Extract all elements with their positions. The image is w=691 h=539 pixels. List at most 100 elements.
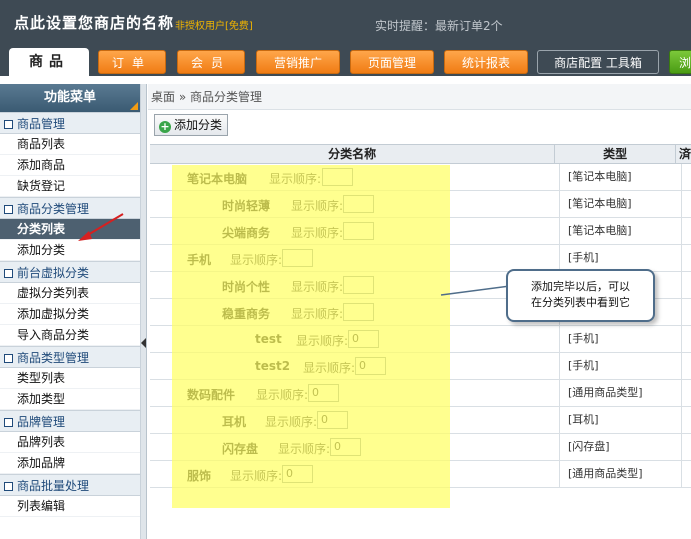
store-name[interactable]: 点此设置您商店的名称 <box>14 12 174 33</box>
tab-marketing[interactable]: 营销推广 <box>256 50 340 74</box>
sidebar-item-goods-list[interactable]: 商品列表 <box>0 134 140 155</box>
display-order-input[interactable] <box>282 249 313 267</box>
category-cell: 耳机 显示顺序: 0 <box>150 407 560 433</box>
category-type: [通用商品类型] <box>560 380 682 406</box>
group-box-icon <box>4 120 13 129</box>
sidebar-item-import-category[interactable]: 导入商品分类 <box>0 325 140 346</box>
display-order-input[interactable] <box>343 303 374 321</box>
category-name[interactable]: 手机 <box>187 251 211 268</box>
group-label: 商品分类管理 <box>17 202 90 216</box>
category-name[interactable]: 笔记本电脑 <box>187 170 247 187</box>
collapse-arrow-icon[interactable] <box>141 338 146 348</box>
tab-goods[interactable]: 商品 <box>9 48 89 76</box>
main-nav: 商品 订单 会员 营销推广 页面管理 统计报表 商店配置 工具箱 浏 <box>0 48 691 76</box>
category-name[interactable]: 尖端商务 <box>222 224 270 241</box>
group-label: 商品类型管理 <box>17 351 90 365</box>
category-type: [通用商品类型] <box>560 461 682 487</box>
row-extra <box>682 191 691 217</box>
display-order-input[interactable]: 0 <box>317 411 348 429</box>
display-order-label: 显示顺序: <box>256 388 309 402</box>
category-name[interactable]: 数码配件 <box>187 386 235 403</box>
category-cell: 闪存盘 显示顺序: 0 <box>150 434 560 460</box>
table-row: 笔记本电脑 显示顺序: [笔记本电脑] <box>150 164 691 191</box>
category-cell: 稳重商务 显示顺序: <box>150 299 560 325</box>
sidebar-item-stockout[interactable]: 缺货登记 <box>0 176 140 197</box>
display-order-input[interactable] <box>343 195 374 213</box>
group-box-icon <box>4 205 13 214</box>
row-extra <box>682 326 691 352</box>
display-order-input[interactable]: 0 <box>355 357 386 375</box>
realtime-notice[interactable]: 实时提醒：最新订单2个 <box>375 17 503 34</box>
tab-orders[interactable]: 订单 <box>98 50 166 74</box>
category-cell: 服饰 显示顺序: 0 <box>150 461 560 487</box>
display-order-label: 显示顺序: <box>230 253 283 267</box>
table-row: 耳机 显示顺序: 0 [耳机] <box>150 407 691 434</box>
sidebar-item-type-list[interactable]: 类型列表 <box>0 368 140 389</box>
category-name[interactable]: 时尚个性 <box>222 278 270 295</box>
category-type: [手机] <box>560 353 682 379</box>
group-box-icon <box>4 354 13 363</box>
sidebar-item-add-brand[interactable]: 添加品牌 <box>0 453 140 474</box>
sidebar-item-add-goods[interactable]: 添加商品 <box>0 155 140 176</box>
sidebar-group-virtual[interactable]: 前台虚拟分类 <box>0 261 140 283</box>
sidebar-item-add-virtual[interactable]: 添加虚拟分类 <box>0 304 140 325</box>
category-name[interactable]: 闪存盘 <box>222 440 258 457</box>
display-order-label: 显示顺序: <box>278 442 331 456</box>
display-order-input[interactable] <box>322 168 353 186</box>
category-name[interactable]: test <box>255 332 282 346</box>
toolbar: + 添加分类 <box>148 110 691 140</box>
category-name[interactable]: test2 <box>255 359 290 373</box>
category-name[interactable]: 服饰 <box>187 467 211 484</box>
sidebar-toggle[interactable] <box>141 84 147 539</box>
sidebar-item-add-type[interactable]: 添加类型 <box>0 389 140 410</box>
category-cell: test2 显示顺序: 0 <box>150 353 560 379</box>
display-order-input[interactable] <box>343 276 374 294</box>
category-name[interactable]: 稳重商务 <box>222 305 270 322</box>
group-box-icon <box>4 482 13 491</box>
table-row: test2 显示顺序: 0 [手机] <box>150 353 691 380</box>
table-row: 手机 显示顺序: [手机] <box>150 245 691 272</box>
display-order-label: 显示顺序: <box>291 199 344 213</box>
callout-line-1: 添加完毕以后，可以 <box>531 280 630 293</box>
sidebar-group-brands[interactable]: 品牌管理 <box>0 410 140 432</box>
sidebar-item-add-category[interactable]: 添加分类 <box>0 240 140 261</box>
group-box-icon <box>4 269 13 278</box>
sidebar-group-goods[interactable]: 商品管理 <box>0 112 140 134</box>
row-extra <box>682 164 691 190</box>
add-category-button[interactable]: + 添加分类 <box>154 114 229 136</box>
category-cell: 时尚个性 显示顺序: <box>150 272 560 298</box>
row-extra <box>682 407 691 433</box>
tab-store-config[interactable]: 商店配置 工具箱 <box>537 50 659 74</box>
category-name[interactable]: 时尚轻薄 <box>222 197 270 214</box>
tab-browse[interactable]: 浏 <box>669 50 691 74</box>
sidebar-item-brand-list[interactable]: 品牌列表 <box>0 432 140 453</box>
category-cell: 笔记本电脑 显示顺序: <box>150 164 560 190</box>
category-type: [耳机] <box>560 407 682 433</box>
category-name[interactable]: 耳机 <box>222 413 246 430</box>
sidebar-group-types[interactable]: 商品类型管理 <box>0 346 140 368</box>
sidebar-group-batch[interactable]: 商品批量处理 <box>0 474 140 496</box>
group-label: 商品管理 <box>17 117 66 131</box>
display-order-input[interactable] <box>343 222 374 240</box>
tab-members[interactable]: 会员 <box>177 50 245 74</box>
sidebar-item-list-edit[interactable]: 列表编辑 <box>0 496 140 517</box>
display-order-input[interactable]: 0 <box>348 330 379 348</box>
tab-page-management[interactable]: 页面管理 <box>350 50 434 74</box>
display-order-input[interactable]: 0 <box>282 465 313 483</box>
category-cell: 数码配件 显示顺序: 0 <box>150 380 560 406</box>
sidebar-group-category[interactable]: 商品分类管理 <box>0 197 140 219</box>
row-extra <box>682 299 691 325</box>
add-category-label: 添加分类 <box>174 118 223 132</box>
tab-statistics[interactable]: 统计报表 <box>444 50 528 74</box>
table-body: 笔记本电脑 显示顺序: [笔记本电脑] 时尚轻薄 显示顺序: [笔记本电脑] 尖端商务 显示顺… <box>150 164 691 488</box>
display-order-input[interactable]: 0 <box>308 384 339 402</box>
callout-tooltip: 添加完毕以后，可以 在分类列表中看到它 <box>506 269 655 322</box>
row-extra <box>682 380 691 406</box>
category-type: [笔记本电脑] <box>560 164 682 190</box>
display-order-input[interactable]: 0 <box>330 438 361 456</box>
display-order-label: 显示顺序: <box>291 226 344 240</box>
category-cell: 时尚轻薄 显示顺序: <box>150 191 560 217</box>
sidebar-item-category-list[interactable]: 分类列表 <box>0 219 140 240</box>
display-order-label: 显示顺序: <box>291 307 344 321</box>
sidebar-item-virtual-list[interactable]: 虚拟分类列表 <box>0 283 140 304</box>
